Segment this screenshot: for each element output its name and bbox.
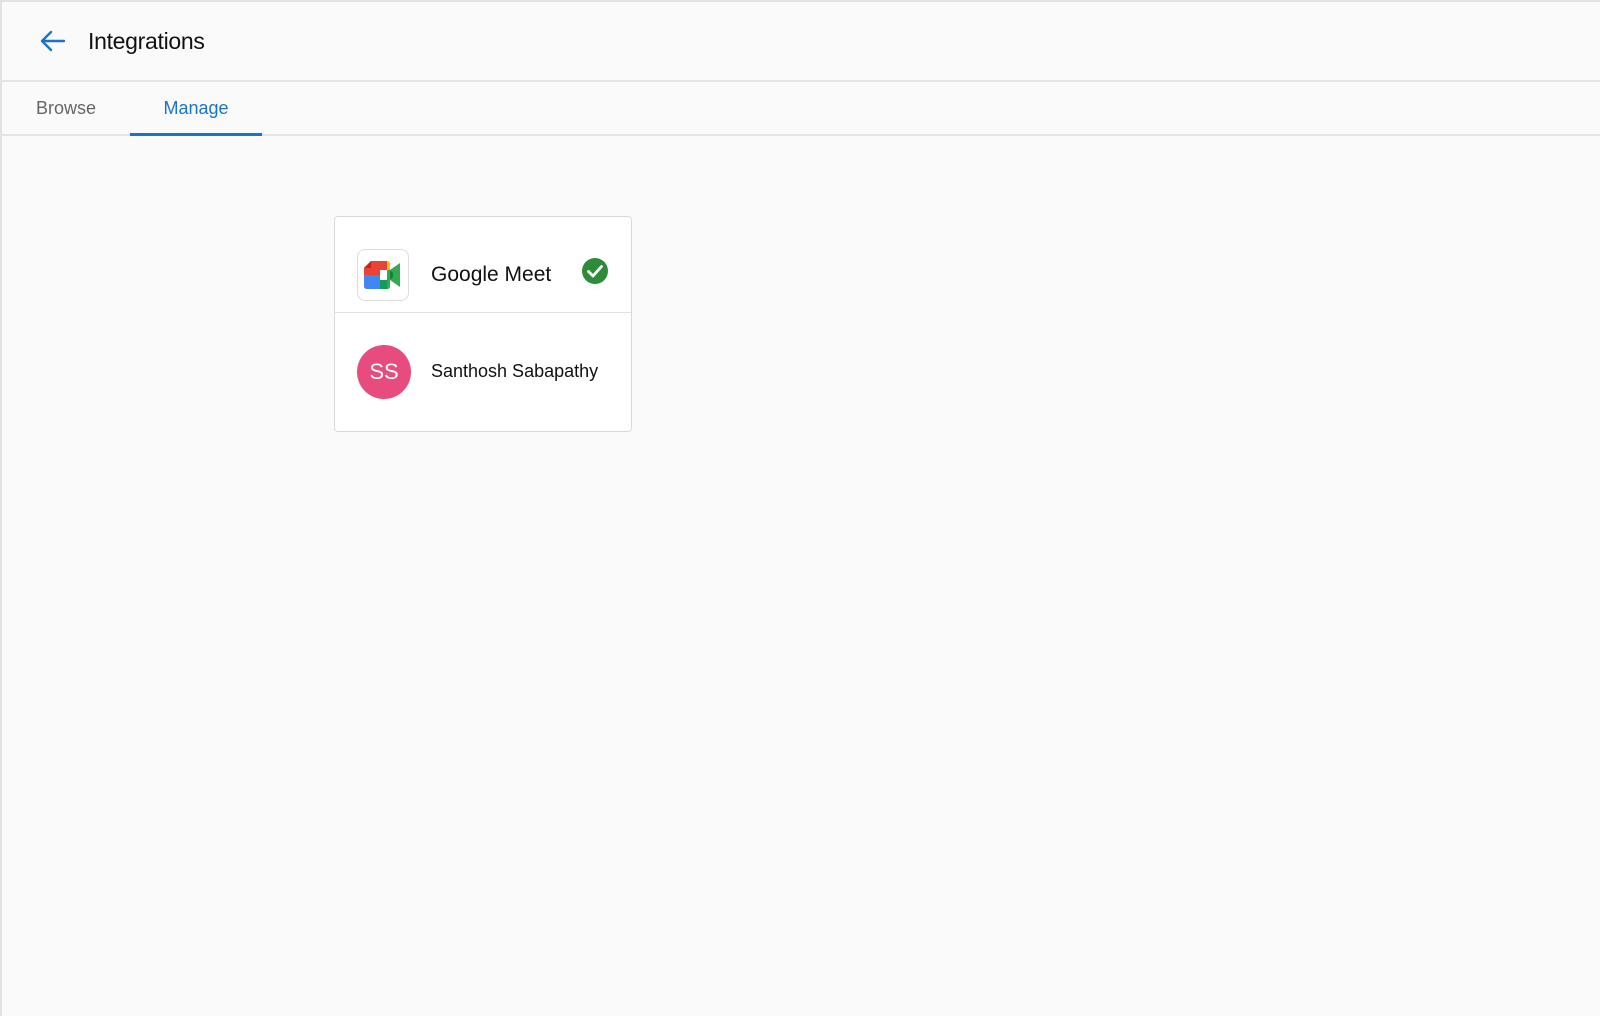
check-circle-icon (582, 258, 608, 284)
tab-bar: Browse Manage (2, 82, 1600, 136)
connected-account: SS Santhosh Sabapathy (335, 313, 631, 431)
tab-browse[interactable]: Browse (2, 82, 130, 134)
integration-card[interactable]: Google Meet SS Santhosh Sabapathy (334, 216, 632, 432)
page-title: Integrations (88, 28, 205, 54)
integrations-page: Integrations Browse Manage Google Meet S… (0, 0, 1600, 1016)
page-header: Integrations (2, 2, 1600, 82)
arrow-left-icon (40, 30, 66, 52)
integration-name: Google Meet (431, 263, 552, 286)
tab-manage[interactable]: Manage (130, 82, 262, 136)
avatar: SS (357, 345, 411, 399)
account-name: Santhosh Sabapathy (431, 361, 599, 381)
integration-card-header: Google Meet (335, 217, 631, 313)
google-meet-logo (357, 249, 409, 301)
google-meet-icon (364, 261, 400, 289)
back-button[interactable] (38, 26, 68, 56)
